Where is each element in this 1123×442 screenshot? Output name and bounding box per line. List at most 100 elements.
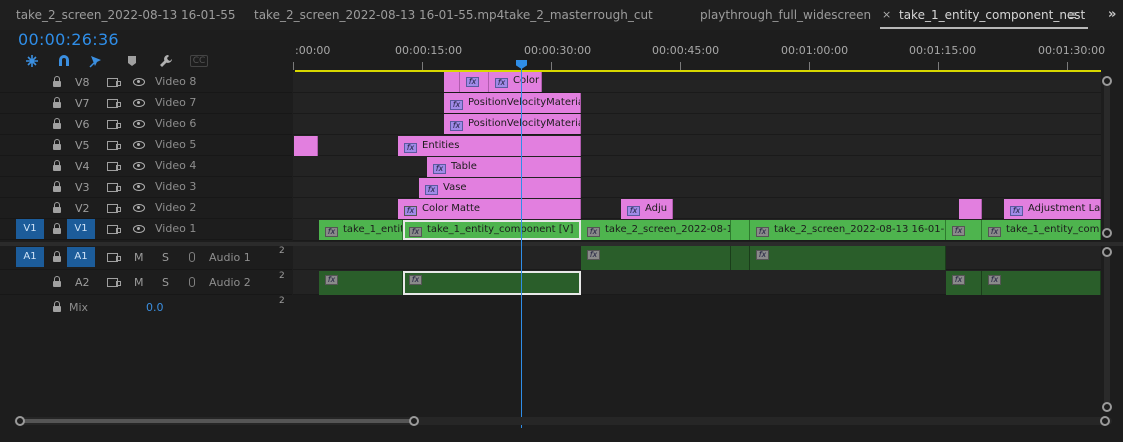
lane-v8[interactable] [293, 72, 1101, 93]
lock-icon[interactable] [53, 139, 61, 150]
video-audio-divider[interactable] [0, 242, 1123, 246]
playhead-line[interactable] [521, 62, 522, 428]
magnet-icon[interactable] [54, 52, 74, 70]
scroll-handle[interactable] [1102, 402, 1112, 412]
lock-icon[interactable] [53, 223, 61, 234]
clip-a2-b[interactable]: fx [946, 271, 982, 295]
audio-vertical-scrollbar[interactable] [1104, 251, 1110, 407]
lane-v3[interactable] [293, 177, 1101, 198]
scroll-handle[interactable] [1102, 228, 1112, 238]
lock-icon[interactable] [53, 118, 61, 129]
lock-icon[interactable] [53, 97, 61, 108]
track-id[interactable]: V4 [75, 160, 90, 173]
panel-menu-icon[interactable]: ≡ [1067, 0, 1077, 30]
track-id[interactable]: V3 [75, 181, 90, 194]
video-vertical-scrollbar[interactable] [1104, 80, 1110, 238]
clip-a1-b[interactable]: fx [750, 246, 946, 270]
lock-icon[interactable] [53, 276, 61, 287]
sync-lock-icon[interactable] [107, 99, 121, 108]
mute-button[interactable]: M [134, 251, 144, 264]
track-target-v1[interactable]: V1 [67, 219, 95, 239]
source-patch-a1[interactable]: A1 [16, 247, 44, 267]
clip-v1-gap[interactable] [731, 220, 750, 240]
scroll-handle[interactable] [15, 416, 25, 426]
clip-v3-vase[interactable]: fx Vase [419, 178, 581, 198]
lock-icon[interactable] [53, 160, 61, 171]
close-icon[interactable]: × [882, 0, 891, 30]
clip-a2-c[interactable]: fx [982, 271, 1101, 295]
clip-v1-take1-selected[interactable]: fx take_1_entity_component [V] [403, 220, 581, 240]
clip-a2-selected[interactable]: fx [403, 271, 581, 295]
horizontal-scroll-thumb[interactable] [20, 419, 416, 423]
eye-icon[interactable] [133, 99, 145, 107]
eye-icon[interactable] [133, 225, 145, 233]
track-id[interactable]: V7 [75, 97, 90, 110]
captions-icon[interactable]: CC [190, 55, 208, 67]
eye-icon[interactable] [133, 120, 145, 128]
tab-take-1-entity[interactable]: take_1_entity_component_nest [899, 0, 1085, 30]
eye-icon[interactable] [133, 162, 145, 170]
solo-button[interactable]: S [162, 276, 169, 289]
clip-v8-b[interactable]: fx [460, 72, 489, 92]
marker-icon[interactable] [122, 52, 142, 70]
eye-icon[interactable] [133, 204, 145, 212]
clip-v7[interactable]: fx PositionVelocityMaterial [444, 93, 581, 113]
track-target-a1[interactable]: A1 [67, 247, 95, 267]
time-ruler[interactable]: :00:00 00:00:15:00 00:00:30:00 00:00:45:… [293, 40, 1123, 72]
track-id[interactable]: V6 [75, 118, 90, 131]
lane-v7[interactable] [293, 93, 1101, 114]
sync-lock-icon[interactable] [107, 162, 121, 171]
lane-v4[interactable] [293, 156, 1101, 177]
lane-v6[interactable] [293, 114, 1101, 135]
clip-v2-b[interactable] [959, 199, 982, 219]
eye-icon[interactable] [133, 183, 145, 191]
clip-v4-table[interactable]: fx Table [427, 157, 581, 177]
nest-icon[interactable] [22, 52, 42, 70]
scroll-handle[interactable] [1102, 76, 1112, 86]
sync-lock-icon[interactable] [107, 120, 121, 129]
source-patch-v1[interactable]: V1 [16, 219, 44, 239]
clip-v5-entities[interactable]: fx Entities [398, 136, 581, 156]
lock-icon[interactable] [53, 181, 61, 192]
eye-icon[interactable] [133, 141, 145, 149]
sync-lock-icon[interactable] [107, 253, 121, 262]
tab-take-2-master[interactable]: take_2_screen_2022-08-13 16-01-55.mp4tak… [254, 0, 592, 30]
clip-v1-take1-b[interactable]: fx take_1_entity_comp [982, 220, 1101, 240]
lock-icon[interactable] [53, 301, 61, 312]
tab-playthrough[interactable]: playthrough_full_widescreen [700, 0, 871, 30]
clip-v5-a[interactable] [294, 136, 318, 156]
sync-lock-icon[interactable] [107, 78, 121, 87]
clip-v1-take2-a[interactable]: fx take_2_screen_2022-08-13 [581, 220, 731, 240]
linked-selection-icon[interactable] [86, 52, 106, 70]
microphone-icon[interactable] [189, 252, 195, 262]
clip-a1-a[interactable]: fx [581, 246, 731, 270]
tab-take-2-screen[interactable]: take_2_screen_2022-08-13 16-01-55 [16, 0, 236, 30]
clip-v2-adju[interactable]: fx Adju [621, 199, 673, 219]
solo-button[interactable]: S [162, 251, 169, 264]
mute-button[interactable]: M [134, 276, 144, 289]
track-id[interactable]: V5 [75, 139, 90, 152]
clip-v1-take1-a[interactable]: fx take_1_entit [319, 220, 403, 240]
more-tabs-icon[interactable]: » [1108, 0, 1116, 30]
clip-a1-gap[interactable] [731, 246, 750, 270]
track-id[interactable]: V2 [75, 202, 90, 215]
clip-v2-color-matte[interactable]: fx Color Matte [398, 199, 581, 219]
mix-volume-value[interactable]: 0.0 [146, 301, 164, 314]
tab-rough-cut[interactable]: rough_cut [593, 0, 653, 30]
clip-a2-a[interactable]: fx [319, 271, 403, 295]
clip-v8-a[interactable] [444, 72, 460, 92]
track-id[interactable]: A2 [75, 276, 90, 289]
eye-icon[interactable] [133, 78, 145, 86]
scroll-handle[interactable] [1100, 416, 1110, 426]
wrench-icon[interactable] [156, 52, 176, 70]
sync-lock-icon[interactable] [107, 141, 121, 150]
playhead-timecode[interactable]: 00:00:26:36 [18, 30, 119, 49]
clip-v1-take2-b[interactable]: fx take_2_screen_2022-08-13 16-01-55 [V] [750, 220, 946, 240]
clip-v2-adjustment[interactable]: fx Adjustment Lay [1004, 199, 1101, 219]
lock-icon[interactable] [53, 76, 61, 87]
lock-icon[interactable] [53, 202, 61, 213]
clip-v6[interactable]: fx PositionVelocityMaterialC [444, 114, 581, 134]
scroll-handle[interactable] [1102, 247, 1112, 257]
clip-v8-color[interactable]: fx Color [489, 72, 542, 92]
clip-v1-c[interactable]: fx [946, 220, 982, 240]
